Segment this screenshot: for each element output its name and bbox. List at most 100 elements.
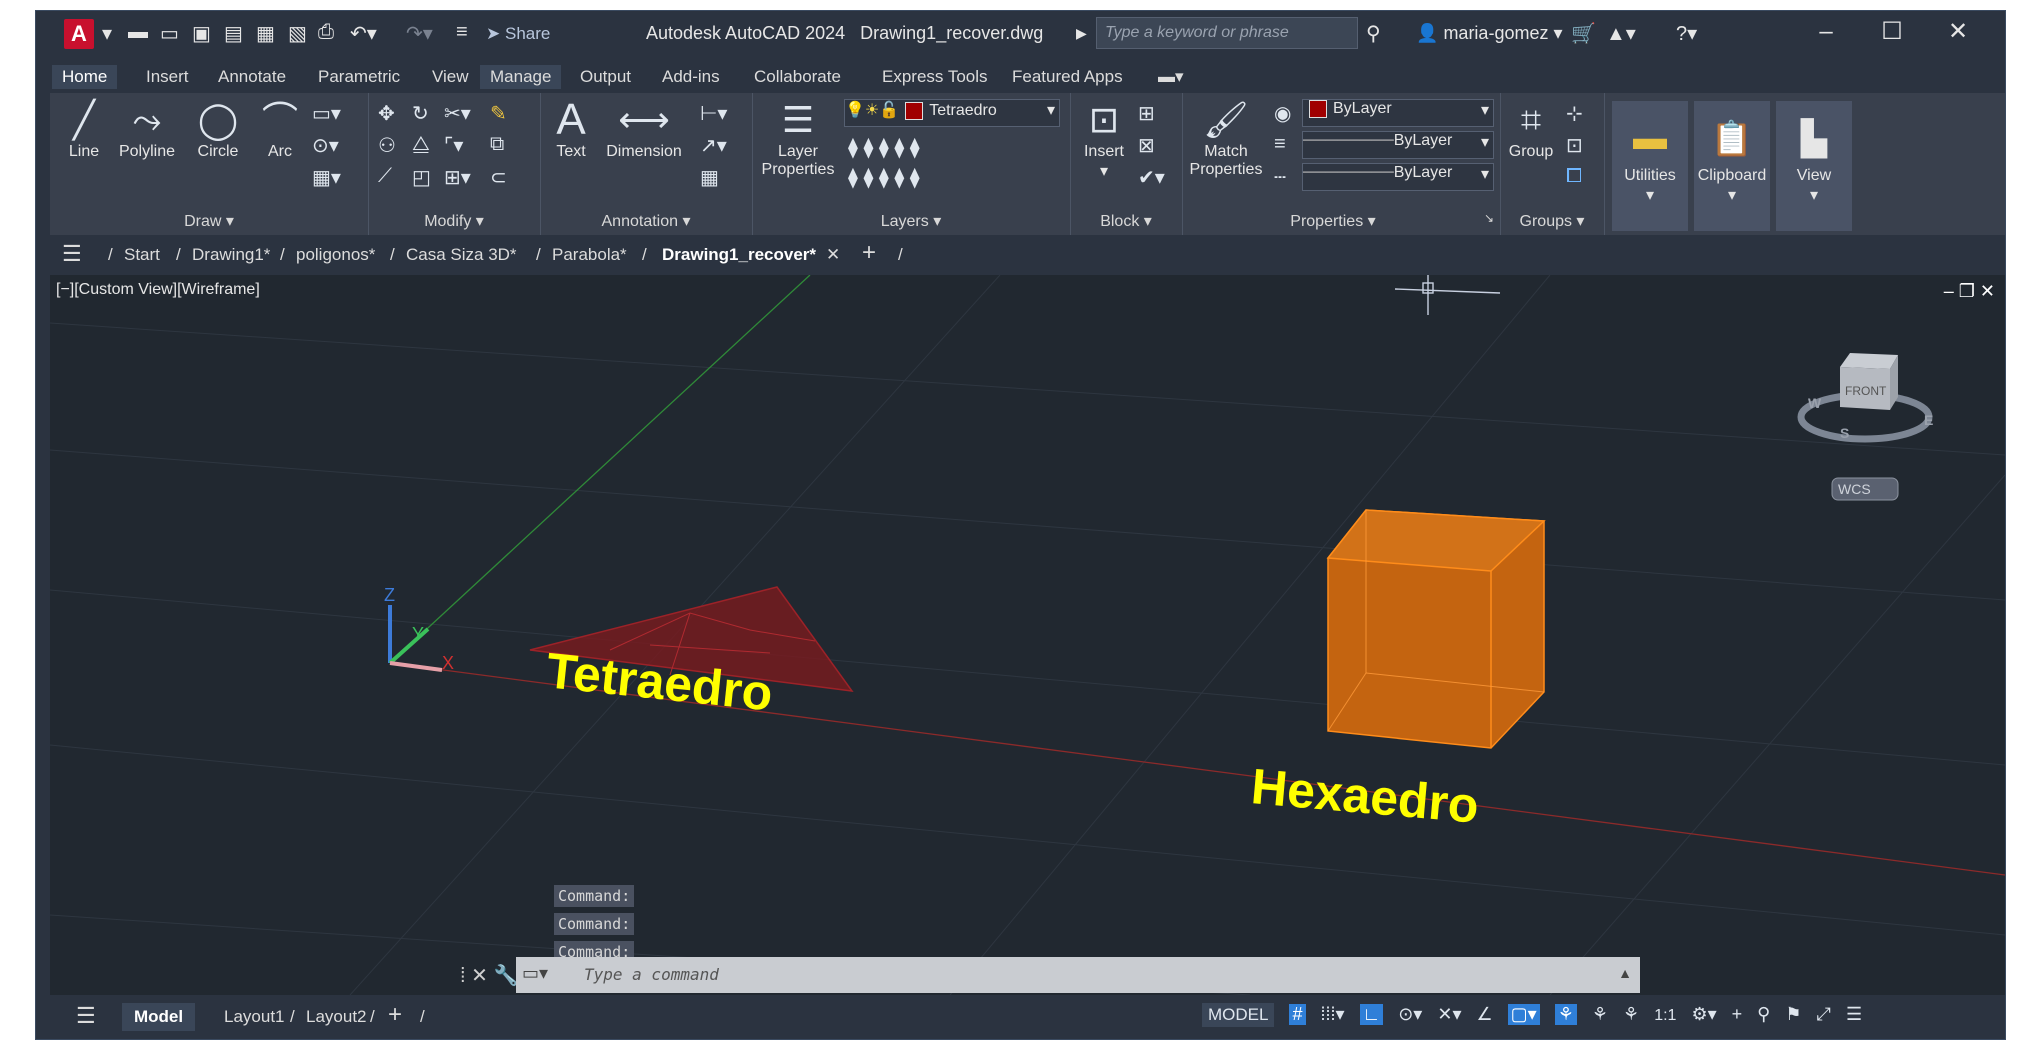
cart-icon[interactable]: 🛒 [1571,21,1596,46]
match-properties-tool[interactable]: 🖌 Match Properties [1186,97,1266,179]
open-web-icon[interactable]: ▦ [256,21,275,46]
rotate-icon[interactable]: ↻ [412,101,429,126]
utilities-button[interactable]: ▬ Utilities ▾ [1612,101,1688,231]
group-edit-icon[interactable]: ⊡ [1566,133,1583,158]
hatch-ellipse-icon[interactable]: ⊙▾ [312,133,339,158]
file-tab[interactable]: Parabola* [552,245,627,265]
move-icon[interactable]: ✥ [378,101,395,126]
color-dropdown[interactable]: ByLayer ▾ [1302,99,1494,127]
model-space-button[interactable]: MODEL [1202,1003,1275,1027]
drawing-viewport[interactable]: Z Y X Tetraedro Hexaedro FRONT W S E WCS… [50,275,2005,995]
customization-menu-icon[interactable]: ☰ [1846,1004,1862,1025]
circle-tool[interactable]: ◯ Circle [188,97,248,161]
new-file-icon[interactable]: ▬ [128,21,148,44]
isolate-objects-icon[interactable]: ⚲ [1757,1004,1770,1025]
annotation-panel-label[interactable]: Annotation ▾ [540,211,752,231]
search-expand-icon[interactable]: ▶ [1076,25,1087,42]
tab-manage[interactable]: Manage [480,65,562,89]
object-snap-tracking-icon[interactable]: ∠ [1477,1004,1493,1025]
dimension-tool[interactable]: ⟷ Dimension [598,97,690,161]
tab-home[interactable]: Home [52,65,118,89]
tab-add-ins[interactable]: Add-ins [652,65,730,89]
create-block-icon[interactable]: ⊞ [1138,101,1155,126]
grid-icon[interactable]: # [1289,1004,1306,1025]
maximize-icon[interactable]: ☐ [1859,17,1925,46]
tab-annotate[interactable]: Annotate [208,65,296,89]
ucs-icon[interactable]: Z Y X [384,585,454,673]
mirror-icon[interactable]: ⧋ [412,133,430,156]
stretch-icon[interactable]: ⟋ [378,165,392,188]
viewport-controls-label[interactable]: [−][Custom View][Wireframe] [56,281,260,299]
edit-block-icon[interactable]: ⊠ [1138,133,1155,158]
fillet-icon[interactable]: ⌜▾ [444,133,463,158]
viewport-restore-icon[interactable]: ❐ [1959,281,1975,301]
file-tab[interactable]: Casa Siza 3D* [406,245,517,265]
block-attributes-icon[interactable]: ✔▾ [1138,165,1165,190]
help-icon[interactable]: ?▾ [1676,21,1697,46]
layer-tools-row-1-icon[interactable]: ⧫ ⧫ ⧫ ⧫ ⧫ [848,135,920,160]
clipboard-button[interactable]: 📋 Clipboard ▾ [1694,101,1770,231]
offset-icon[interactable]: ⊂ [490,165,507,190]
file-tab-active[interactable]: Drawing1_recover* [662,245,816,265]
annotation-scale-value[interactable]: 1:1 [1654,1007,1676,1025]
command-prompt-icon[interactable]: ▭▾ [522,963,548,984]
dialog-launcher-icon[interactable]: ↘ [1484,211,1494,225]
save-as-icon[interactable]: ▤ [224,21,243,46]
viewport-minimize-icon[interactable]: – [1944,281,1954,301]
command-history-toggle-icon[interactable]: ▲ [1618,965,1632,981]
search-icon[interactable]: ⚲ [1366,21,1381,46]
auto-scale-icon[interactable]: ⚘ [1592,1004,1608,1025]
new-tab-icon[interactable]: + [862,239,876,267]
tab-layout1[interactable]: Layout1 [224,1007,285,1027]
leader-icon[interactable]: ↗▾ [700,133,727,158]
file-tab[interactable]: Start [124,245,160,265]
add-icon[interactable]: + [1732,1004,1743,1025]
arc-tool[interactable]: ⌒ Arc [256,97,304,161]
viewcube-front-label[interactable]: FRONT [1845,384,1887,398]
hatch-icon[interactable]: ▦▾ [312,165,341,190]
file-tab[interactable]: poligonos* [296,245,375,265]
view-button[interactable]: ▙ View ▾ [1776,101,1852,231]
tab-output[interactable]: Output [570,65,641,89]
tab-view[interactable]: View [422,65,479,89]
layer-dropdown[interactable]: 💡☀🔓 Tetraedro ▾ [844,99,1060,127]
grip-icon[interactable]: ⁞ [460,965,466,987]
group-selection-icon[interactable]: ⧠ [1566,165,1582,188]
close-icon[interactable]: ✕ [1925,17,1991,46]
wcs-label[interactable]: WCS [1838,481,1871,497]
add-layout-icon[interactable]: + [388,1001,402,1029]
file-tab[interactable]: Drawing1* [192,245,270,265]
drawing-canvas[interactable]: Z Y X Tetraedro Hexaedro FRONT W S E WCS [50,275,2005,995]
settings-gear-icon[interactable]: ⚙▾ [1691,1004,1716,1025]
close-tab-icon[interactable]: ✕ [826,245,840,265]
annotation-scale-icon[interactable]: ⚘ [1623,1004,1639,1025]
rectangle-icon[interactable]: ▭▾ [312,101,341,126]
help-search-box[interactable]: Type a keyword or phrase [1096,17,1358,49]
hardware-acceleration-icon[interactable]: ⚑ [1785,1004,1801,1025]
copy-icon[interactable]: ⚇ [378,133,396,158]
autodesk-app-icon[interactable]: ▲▾ [1606,21,1636,46]
viewcube[interactable]: FRONT W S E WCS [1797,353,1933,501]
object-snap-icon[interactable]: ▢▾ [1507,1004,1540,1025]
tab-collaborate[interactable]: Collaborate [744,65,851,89]
plot-icon[interactable]: ⎙ [318,21,334,44]
linear-dim-icon[interactable]: ⊢▾ [700,101,727,126]
scale-icon[interactable]: ◰ [412,165,431,190]
properties-panel-label[interactable]: Properties ▾ ↘ [1182,211,1500,231]
trim-icon[interactable]: ✂▾ [444,101,471,126]
user-account[interactable]: 👤 maria-gomez ▾ [1416,23,1563,44]
snap-icon[interactable]: ⁞⁞⁞▾ [1321,1004,1345,1025]
isometric-icon[interactable]: ✕▾ [1437,1004,1461,1025]
layer-properties-tool[interactable]: ☰ Layer Properties [760,97,836,179]
viewport-close-icon[interactable]: ✕ [1980,281,1995,301]
group-tool[interactable]: ⌗ Group [1506,97,1556,161]
tab-parametric[interactable]: Parametric [308,65,410,89]
explode-icon[interactable]: ⧉ [490,133,504,156]
save-web-icon[interactable]: ▧ [288,21,307,46]
polyline-tool[interactable]: ⤳ Polyline [112,97,182,161]
clean-screen-icon[interactable]: ⤢ [1817,1004,1831,1025]
lineweight-dropdown[interactable]: ────────ByLayer ▾ [1302,163,1494,191]
groups-panel-label[interactable]: Groups ▾ [1500,211,1604,231]
customize-quick-access-icon[interactable]: ≡ [456,21,468,44]
open-file-icon[interactable]: ▭ [160,21,179,46]
